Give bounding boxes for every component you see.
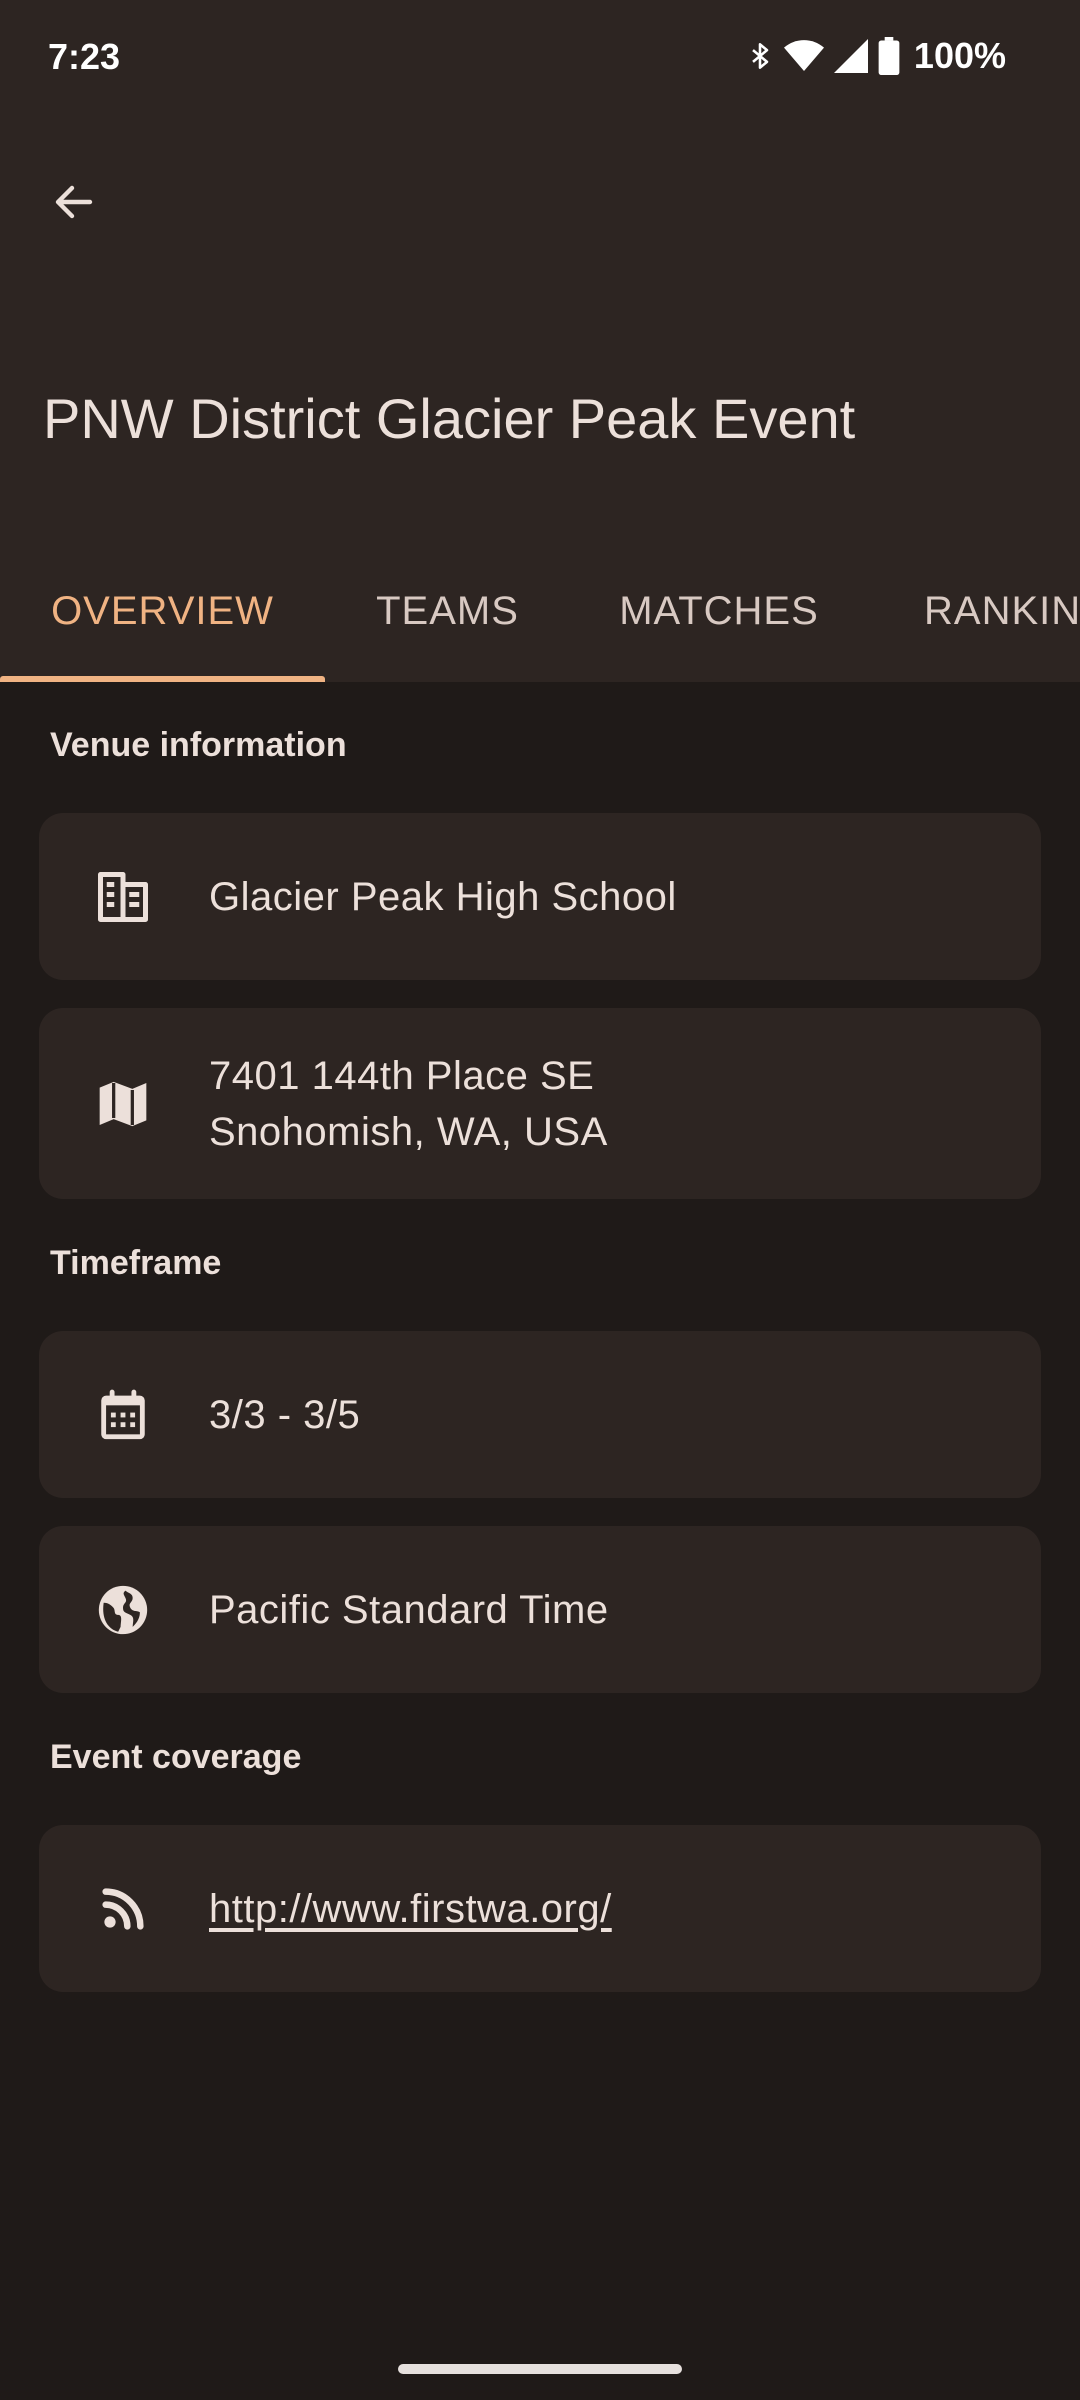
rss-feed-icon	[83, 1869, 163, 1949]
tab-indicator	[0, 676, 325, 682]
back-button[interactable]	[32, 162, 116, 246]
globe-icon	[83, 1570, 163, 1650]
address-line2: Snohomish, WA, USA	[209, 1110, 608, 1154]
business-icon	[83, 857, 163, 937]
map-icon	[83, 1064, 163, 1144]
page-title: PNW District Glacier Peak Event	[43, 387, 856, 450]
wifi-icon	[783, 39, 824, 73]
tab-matches[interactable]: MATCHES	[570, 540, 868, 682]
venue-name-card[interactable]: Glacier Peak High School	[39, 813, 1041, 980]
venue-address: 7401 144th Place SE Snohomish, WA, USA	[209, 1048, 608, 1160]
home-indicator[interactable]	[398, 2364, 682, 2374]
status-time: 7:23	[48, 36, 121, 77]
timezone-card[interactable]: Pacific Standard Time	[39, 1526, 1041, 1693]
cell-signal-icon	[833, 39, 868, 73]
battery-percentage: 100%	[913, 35, 1006, 76]
venue-address-card[interactable]: 7401 144th Place SE Snohomish, WA, USA	[39, 1008, 1041, 1199]
tab-overview[interactable]: OVERVIEW	[0, 540, 325, 682]
venue-section-header: Venue information	[50, 726, 347, 764]
timeframe-section-header: Timeframe	[50, 1244, 222, 1282]
calendar-icon	[83, 1375, 163, 1455]
status-icons: 100%	[746, 34, 1006, 78]
tab-rankings[interactable]: RANKINGS	[868, 540, 1080, 682]
venue-name: Glacier Peak High School	[209, 875, 677, 919]
status-bar: 7:23 100%	[0, 0, 1080, 118]
tab-bar: OVERVIEW TEAMS MATCHES RANKINGS	[0, 540, 1080, 682]
dates-card[interactable]: 3/3 - 3/5	[39, 1331, 1041, 1498]
coverage-url-link[interactable]: http://www.firstwa.org/	[209, 1881, 612, 1937]
coverage-section-header: Event coverage	[50, 1738, 302, 1776]
bluetooth-icon	[746, 37, 774, 75]
tab-teams[interactable]: TEAMS	[325, 540, 570, 682]
event-dates: 3/3 - 3/5	[209, 1393, 361, 1437]
arrow-back-icon	[50, 178, 98, 231]
coverage-link-card[interactable]: http://www.firstwa.org/	[39, 1825, 1041, 1992]
battery-icon	[878, 37, 900, 75]
event-timezone: Pacific Standard Time	[209, 1588, 609, 1632]
address-line1: 7401 144th Place SE	[209, 1054, 595, 1098]
